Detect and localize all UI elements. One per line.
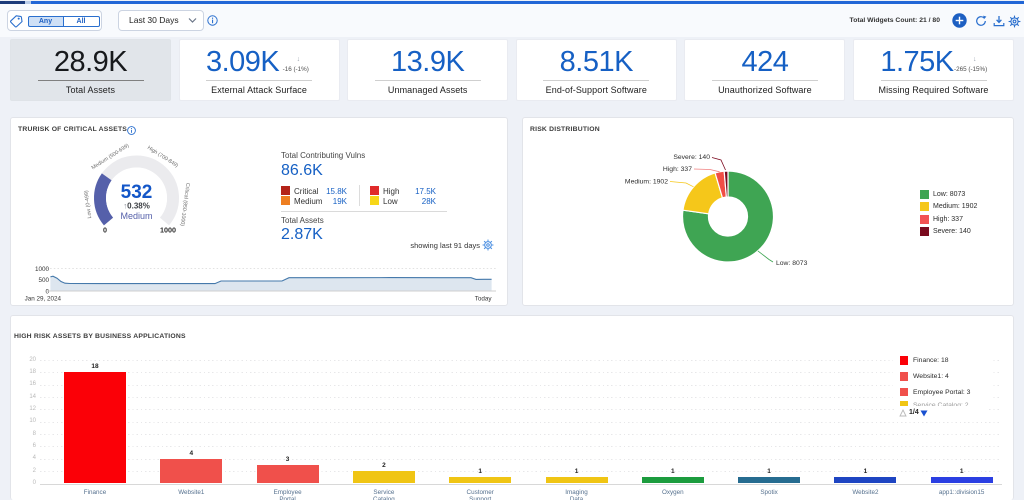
svg-text:0: 0: [103, 226, 107, 235]
svg-text:1000: 1000: [35, 266, 50, 273]
svg-text:↑0.38%: ↑0.38%: [123, 202, 150, 211]
svg-text:Today: Today: [475, 296, 493, 303]
svg-text:Jan 29, 2024: Jan 29, 2024: [25, 296, 62, 303]
svg-text:1000: 1000: [160, 226, 176, 235]
svg-text:High: 337: High: 337: [663, 166, 692, 173]
svg-text:Severe: 140: Severe: 140: [673, 154, 710, 161]
svg-text:532: 532: [121, 182, 153, 203]
svg-text:500: 500: [38, 277, 49, 284]
svg-text:Medium: Medium: [120, 211, 152, 221]
svg-text:0: 0: [45, 288, 49, 295]
svg-text:Critical (850-1000): Critical (850-1000): [179, 182, 191, 226]
svg-text:Low (0-499): Low (0-499): [84, 190, 94, 219]
svg-text:Medium: 1902: Medium: 1902: [625, 179, 668, 186]
svg-text:Low: 8073: Low: 8073: [776, 260, 808, 267]
